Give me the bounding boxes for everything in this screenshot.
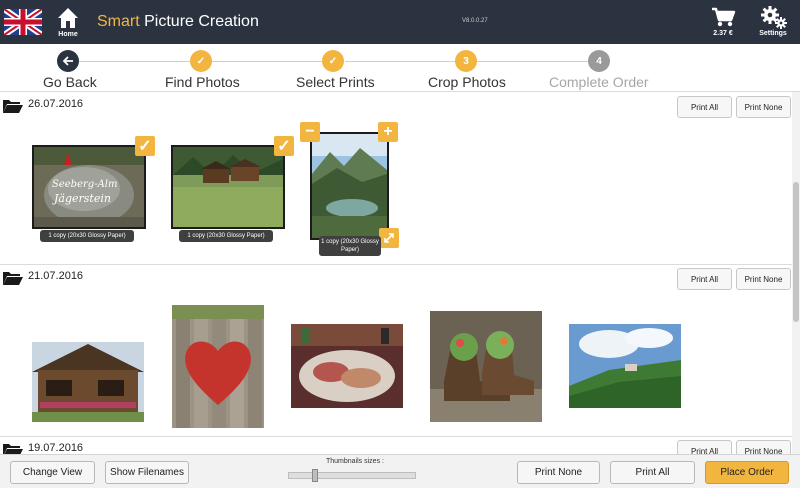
step-connector xyxy=(79,61,191,62)
step-find-photos[interactable]: Find Photos xyxy=(165,74,240,90)
group-divider xyxy=(0,436,792,437)
copies-label[interactable]: 1 copy (20x30 Glossy Paper) xyxy=(179,230,273,242)
settings-gear-icon[interactable] xyxy=(760,4,788,30)
step-connector xyxy=(211,61,323,62)
selected-check-icon[interactable]: ✓ xyxy=(274,136,294,156)
photo-thumbnail[interactable] xyxy=(32,342,144,422)
cart-total: 2.37 € xyxy=(713,30,733,37)
back-arrow-icon[interactable] xyxy=(57,50,79,72)
top-bar: Home Smart Picture Creation V8.0.0.27 2.… xyxy=(0,0,800,44)
thumbnail-size-label: Thumbnails sizes : xyxy=(326,458,384,465)
step-connector xyxy=(345,61,455,62)
sign-text-1: Seeberg-Alm xyxy=(52,179,117,190)
date-group-header: 19.07.2016 Print All Print None xyxy=(0,438,792,454)
print-none-button[interactable]: Print None xyxy=(736,96,791,118)
settings-label[interactable]: Settings xyxy=(754,30,792,37)
photo-thumbnail[interactable] xyxy=(569,324,681,408)
crop-expand-icon[interactable] xyxy=(379,228,399,248)
group-date: 19.07.2016 xyxy=(28,442,84,454)
print-all-button[interactable]: Print All xyxy=(677,440,732,454)
thumbnail-size-slider[interactable] xyxy=(288,472,416,479)
print-all-all-button[interactable]: Print All xyxy=(610,461,695,484)
step-go-back[interactable]: Go Back xyxy=(43,74,97,90)
decrease-copies-minus-icon[interactable]: − xyxy=(300,122,320,142)
copies-label[interactable]: 1 copy (20x30 Glossy Paper) xyxy=(319,236,381,256)
check-icon[interactable]: ✓ xyxy=(190,50,212,72)
app-title: Smart Picture Creation xyxy=(97,13,259,31)
photo-thumbnail[interactable]: Seeberg-Alm Jägerstein xyxy=(34,147,144,227)
print-none-button[interactable]: Print None xyxy=(736,268,791,290)
group-date: 21.07.2016 xyxy=(28,270,84,282)
app-title-accent: Smart xyxy=(97,13,140,30)
bottom-toolbar: Change View Show Filenames Thumbnails si… xyxy=(0,454,800,488)
scrollbar-thumb[interactable] xyxy=(793,182,799,322)
step-connector xyxy=(477,61,588,62)
home-label[interactable]: Home xyxy=(50,31,86,38)
date-group-header: 21.07.2016 Print All Print None xyxy=(0,266,792,290)
step-number-4: 4 xyxy=(588,50,610,72)
check-icon[interactable]: ✓ xyxy=(322,50,344,72)
print-none-all-button[interactable]: Print None xyxy=(517,461,600,484)
print-all-button[interactable]: Print All xyxy=(677,268,732,290)
vertical-scrollbar[interactable] xyxy=(792,92,800,454)
photo-thumbnail[interactable] xyxy=(173,147,283,227)
change-view-button[interactable]: Change View xyxy=(10,461,95,484)
print-all-button[interactable]: Print All xyxy=(677,96,732,118)
photo-thumbnail[interactable] xyxy=(291,324,403,408)
progress-steps: Go Back ✓ Find Photos ✓ Select Prints 3 … xyxy=(0,44,800,92)
step-crop-photos: Crop Photos xyxy=(428,74,506,90)
increase-copies-plus-icon[interactable]: + xyxy=(378,122,398,142)
place-order-button[interactable]: Place Order xyxy=(705,461,789,484)
photo-thumbnail[interactable] xyxy=(430,311,542,422)
photo-thumbnail[interactable] xyxy=(172,305,264,428)
photo-list: 26.07.2016 Print All Print None Seeberg-… xyxy=(0,92,792,454)
app-title-rest: Picture Creation xyxy=(139,13,259,30)
thumbnail-size-slider-handle[interactable] xyxy=(312,469,318,482)
date-group-header: 26.07.2016 Print All Print None xyxy=(0,94,792,118)
uk-flag-icon[interactable] xyxy=(2,6,44,38)
photo-thumbnail[interactable] xyxy=(312,134,387,238)
group-date: 26.07.2016 xyxy=(28,98,84,110)
folder-open-icon xyxy=(3,272,23,285)
step-number-3: 3 xyxy=(455,50,477,72)
cart-icon[interactable] xyxy=(710,6,736,28)
show-filenames-button[interactable]: Show Filenames xyxy=(105,461,189,484)
copies-label[interactable]: 1 copy (20x30 Glossy Paper) xyxy=(40,230,134,242)
step-complete-order: Complete Order xyxy=(549,74,649,90)
group-divider xyxy=(0,264,792,265)
folder-open-icon xyxy=(3,444,23,454)
selected-check-icon[interactable]: ✓ xyxy=(135,136,155,156)
version-label: V8.0.0.27 xyxy=(462,18,488,24)
folder-open-icon xyxy=(3,100,23,113)
step-select-prints[interactable]: Select Prints xyxy=(296,74,375,90)
home-icon xyxy=(58,8,78,28)
sign-text-2: Jägerstein xyxy=(52,192,111,205)
print-none-button[interactable]: Print None xyxy=(736,440,791,454)
